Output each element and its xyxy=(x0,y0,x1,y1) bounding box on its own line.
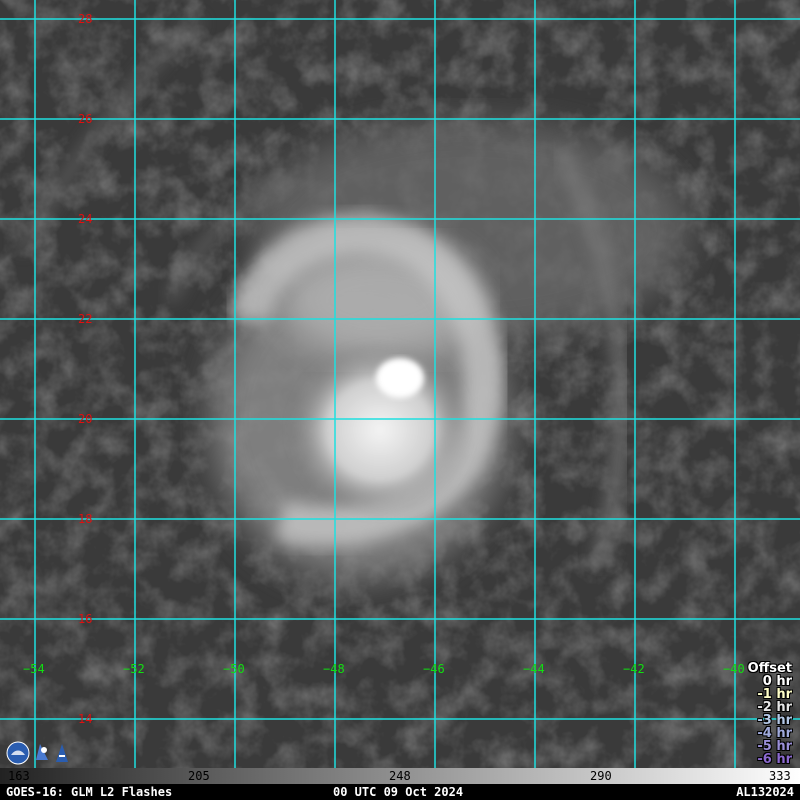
longitude-label: −40 xyxy=(723,662,745,676)
cira-logo-icon xyxy=(56,744,68,762)
longitude-label: −52 xyxy=(123,662,145,676)
lat-lon-grid: 28 26 24 22 20 18 16 14 −54 −52 −50 −48 −46 −44 −42 −40 xyxy=(0,0,800,768)
longitude-label: −50 xyxy=(223,662,245,676)
longitude-label: −46 xyxy=(423,662,445,676)
footer-product: GOES-16: GLM L2 Flashes xyxy=(6,785,173,799)
latitude-label: 28 xyxy=(78,12,92,26)
grid-lines xyxy=(0,0,800,768)
longitude-label: −48 xyxy=(323,662,345,676)
colorbar-tick: 290 xyxy=(590,769,612,783)
colorbar-tick: 163 xyxy=(8,769,30,783)
satellite-icon xyxy=(36,744,48,760)
offset-legend-entry: -6 hr xyxy=(757,752,792,767)
longitude-label: −44 xyxy=(523,662,545,676)
latitude-label: 20 xyxy=(78,412,92,426)
footer-storm-id: AL132024 xyxy=(736,785,794,799)
colorbar-tick: 205 xyxy=(188,769,210,783)
image-footer: GOES-16: GLM L2 Flashes 00 UTC 09 Oct 20… xyxy=(0,784,800,800)
latitude-label: 22 xyxy=(78,312,92,326)
colorbar-tick: 248 xyxy=(389,769,411,783)
noaa-globe-icon xyxy=(6,741,30,765)
longitude-label: −42 xyxy=(623,662,645,676)
latitude-label: 14 xyxy=(78,712,92,726)
latitude-label: 24 xyxy=(78,212,92,226)
latitude-label: 16 xyxy=(78,612,92,626)
agency-logos xyxy=(6,741,68,765)
colorbar-tick: 333 xyxy=(769,769,791,783)
offset-legend-entries: 0 hr -1 hr -2 hr -3 hr -4 hr -5 hr -6 hr xyxy=(748,675,792,766)
latitude-label: 26 xyxy=(78,112,92,126)
latitude-label: 18 xyxy=(78,512,92,526)
footer-time: 00 UTC 09 Oct 2024 xyxy=(333,785,464,799)
brightness-colorbar: 163 205 248 290 333 xyxy=(0,768,800,784)
longitude-label: −54 xyxy=(23,662,45,676)
offset-legend: Offset 0 hr -1 hr -2 hr -3 hr -4 hr -5 hr -6 h… xyxy=(748,662,792,766)
